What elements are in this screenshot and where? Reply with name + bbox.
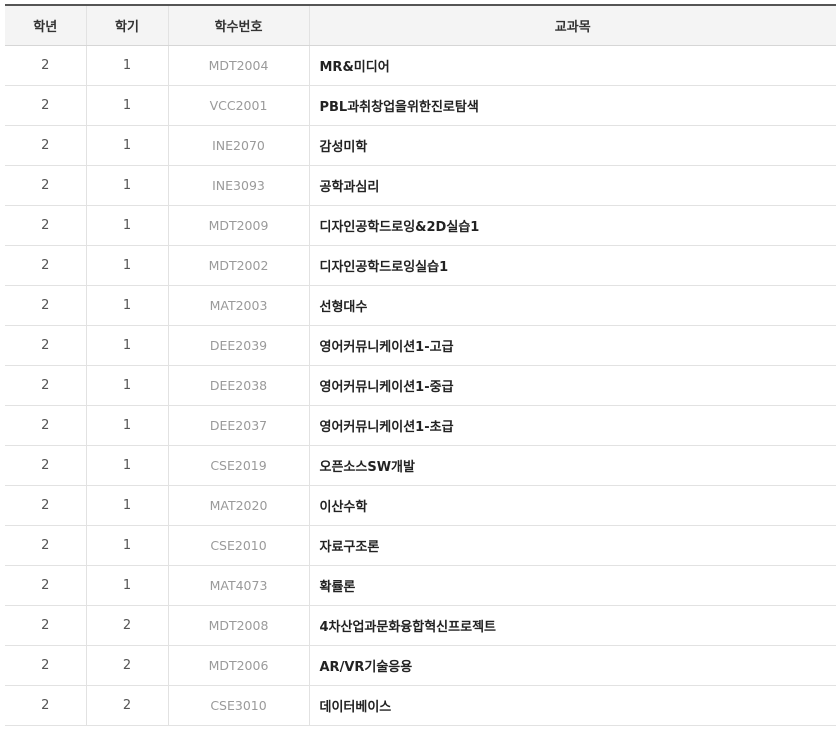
curriculum-table-container: 학년 학기 학수번호 교과목 2 1 MDT2004 MR&미디어 2 1 VCC2001 P… xyxy=(5,4,836,726)
semester-cell: 1 xyxy=(86,405,169,446)
table-row: 2 1 MDT2002 디자인공학드로잉실습1 xyxy=(5,245,836,286)
course-name-cell: 이산수학 xyxy=(309,485,836,526)
year-cell: 2 xyxy=(5,445,87,486)
course-code-cell: DEE2038 xyxy=(168,365,310,406)
course-code-cell: DEE2037 xyxy=(168,405,310,446)
course-name-cell: 감성미학 xyxy=(309,125,836,166)
semester-cell: 1 xyxy=(86,325,169,366)
course-name-cell: 확률론 xyxy=(309,565,836,606)
curriculum-table: 학년 학기 학수번호 교과목 2 1 MDT2004 MR&미디어 2 1 VCC2001 P… xyxy=(5,4,836,726)
header-course-name: 교과목 xyxy=(309,4,836,46)
course-code-cell: CSE2019 xyxy=(168,445,310,486)
course-code-cell: CSE3010 xyxy=(168,685,310,726)
table-row: 2 1 DEE2038 영어커뮤니케이션1-중급 xyxy=(5,365,836,406)
year-cell: 2 xyxy=(5,485,87,526)
year-cell: 2 xyxy=(5,565,87,606)
year-cell: 2 xyxy=(5,365,87,406)
year-cell: 2 xyxy=(5,605,87,646)
table-row: 2 1 MDT2009 디자인공학드로잉&2D실습1 xyxy=(5,205,836,246)
course-code-cell: MAT4073 xyxy=(168,565,310,606)
course-code-cell: INE2070 xyxy=(168,125,310,166)
course-name-cell: 디자인공학드로잉실습1 xyxy=(309,245,836,286)
course-name-cell: 영어커뮤니케이션1-중급 xyxy=(309,365,836,406)
table-row: 2 1 MAT2003 선형대수 xyxy=(5,285,836,326)
semester-cell: 1 xyxy=(86,365,169,406)
table-row: 2 1 CSE2010 자료구조론 xyxy=(5,525,836,566)
course-name-cell: 4차산업과문화융합혁신프로젝트 xyxy=(309,605,836,646)
table-row: 2 1 INE3093 공학과심리 xyxy=(5,165,836,206)
course-code-cell: DEE2039 xyxy=(168,325,310,366)
course-code-cell: MAT2003 xyxy=(168,285,310,326)
course-code-cell: MDT2004 xyxy=(168,45,310,86)
year-cell: 2 xyxy=(5,165,87,206)
table-header-row: 학년 학기 학수번호 교과목 xyxy=(5,4,836,46)
semester-cell: 2 xyxy=(86,685,169,726)
course-code-cell: MDT2009 xyxy=(168,205,310,246)
course-name-cell: PBL과취창업을위한진로탐색 xyxy=(309,85,836,126)
table-row: 2 2 MDT2006 AR/VR기술응용 xyxy=(5,645,836,686)
table-row: 2 1 DEE2039 영어커뮤니케이션1-고급 xyxy=(5,325,836,366)
semester-cell: 1 xyxy=(86,285,169,326)
course-name-cell: 자료구조론 xyxy=(309,525,836,566)
semester-cell: 2 xyxy=(86,605,169,646)
table-row: 2 1 CSE2019 오픈소스SW개발 xyxy=(5,445,836,486)
course-name-cell: 오픈소스SW개발 xyxy=(309,445,836,486)
header-year: 학년 xyxy=(5,4,87,46)
year-cell: 2 xyxy=(5,645,87,686)
year-cell: 2 xyxy=(5,325,87,366)
course-code-cell: INE3093 xyxy=(168,165,310,206)
year-cell: 2 xyxy=(5,685,87,726)
year-cell: 2 xyxy=(5,245,87,286)
semester-cell: 1 xyxy=(86,245,169,286)
table-row: 2 1 INE2070 감성미학 xyxy=(5,125,836,166)
course-code-cell: VCC2001 xyxy=(168,85,310,126)
table-row: 2 2 MDT2008 4차산업과문화융합혁신프로젝트 xyxy=(5,605,836,646)
semester-cell: 1 xyxy=(86,125,169,166)
year-cell: 2 xyxy=(5,285,87,326)
year-cell: 2 xyxy=(5,205,87,246)
semester-cell: 1 xyxy=(86,45,169,86)
table-row: 2 1 DEE2037 영어커뮤니케이션1-초급 xyxy=(5,405,836,446)
year-cell: 2 xyxy=(5,405,87,446)
table-row: 2 1 MAT2020 이산수학 xyxy=(5,485,836,526)
semester-cell: 1 xyxy=(86,525,169,566)
course-name-cell: AR/VR기술응용 xyxy=(309,645,836,686)
course-code-cell: MDT2002 xyxy=(168,245,310,286)
semester-cell: 1 xyxy=(86,85,169,126)
semester-cell: 1 xyxy=(86,165,169,206)
semester-cell: 2 xyxy=(86,645,169,686)
table-row: 2 1 MDT2004 MR&미디어 xyxy=(5,45,836,86)
course-code-cell: MDT2006 xyxy=(168,645,310,686)
year-cell: 2 xyxy=(5,45,87,86)
semester-cell: 1 xyxy=(86,565,169,606)
course-name-cell: 디자인공학드로잉&2D실습1 xyxy=(309,205,836,246)
year-cell: 2 xyxy=(5,125,87,166)
course-code-cell: CSE2010 xyxy=(168,525,310,566)
course-code-cell: MDT2008 xyxy=(168,605,310,646)
course-name-cell: 선형대수 xyxy=(309,285,836,326)
table-row: 2 1 VCC2001 PBL과취창업을위한진로탐색 xyxy=(5,85,836,126)
year-cell: 2 xyxy=(5,525,87,566)
table-row: 2 2 CSE3010 데이터베이스 xyxy=(5,685,836,726)
header-course-code: 학수번호 xyxy=(168,4,310,46)
semester-cell: 1 xyxy=(86,445,169,486)
semester-cell: 1 xyxy=(86,485,169,526)
course-code-cell: MAT2020 xyxy=(168,485,310,526)
year-cell: 2 xyxy=(5,85,87,126)
course-name-cell: 영어커뮤니케이션1-고급 xyxy=(309,325,836,366)
semester-cell: 1 xyxy=(86,205,169,246)
course-name-cell: 데이터베이스 xyxy=(309,685,836,726)
course-name-cell: MR&미디어 xyxy=(309,45,836,86)
table-row: 2 1 MAT4073 확률론 xyxy=(5,565,836,606)
course-name-cell: 공학과심리 xyxy=(309,165,836,206)
header-semester: 학기 xyxy=(86,4,169,46)
course-name-cell: 영어커뮤니케이션1-초급 xyxy=(309,405,836,446)
